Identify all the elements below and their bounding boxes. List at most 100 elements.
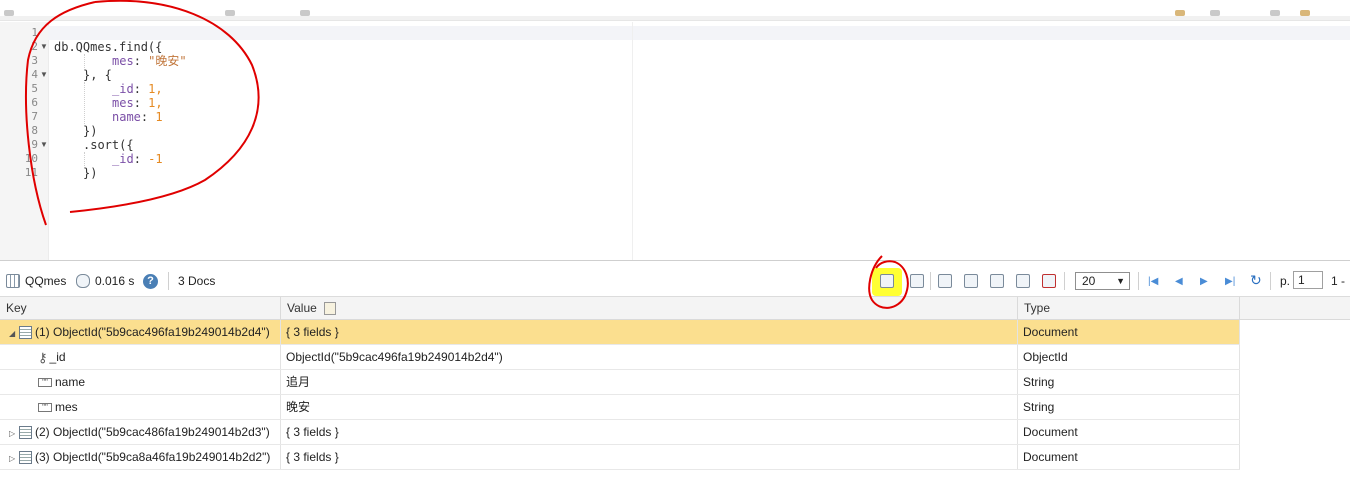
query-editor[interactable]: 1 2 3 4 5 6 7 8 9 10 11 ▼ ▼ ▼ db.QQmes.f… [0, 22, 1350, 261]
line-number: 7 [31, 110, 38, 123]
tree-view-icon[interactable] [880, 274, 894, 288]
fold-toggle-icon[interactable]: ▼ [40, 138, 48, 152]
editor-divider [632, 22, 633, 260]
delete-document-icon[interactable] [1042, 274, 1056, 288]
table-row[interactable]: "" mes 晚安 String [0, 395, 1240, 420]
line-number: 3 [31, 54, 38, 67]
top-tab-bar [0, 16, 1350, 21]
type-cell: Document [1018, 320, 1240, 344]
help-button[interactable]: ? [143, 266, 158, 296]
key-icon: ⚷ [38, 349, 48, 365]
line-number: 8 [31, 124, 38, 137]
view-document-icon[interactable] [964, 274, 978, 288]
key-cell: ▷ (2) ObjectId("5b9cac486fa19b249014b2d3"… [0, 420, 281, 444]
indent-guide [84, 54, 85, 68]
code-line: _id: 1, [112, 82, 163, 96]
value-cell: { 3 fields } [281, 420, 1018, 444]
type-cell: Document [1018, 420, 1240, 444]
line-number: 2 [31, 40, 38, 53]
document-icon [19, 326, 32, 340]
collapse-icon[interactable]: ◢ [9, 322, 19, 344]
tab-fragment [1175, 10, 1185, 16]
key-text: (2) ObjectId("5b9cac486fa19b249014b2d3") [35, 425, 270, 439]
table-row[interactable]: ◢ (1) ObjectId("5b9cac496fa19b249014b2d4"… [0, 320, 1240, 345]
toolbar-divider [1064, 272, 1065, 290]
code-line: mes: 1, [112, 96, 163, 110]
doc-count: 3 Docs [178, 266, 215, 296]
doc-count-value: 3 Docs [178, 274, 216, 288]
fold-toggle-icon[interactable]: ▼ [40, 40, 48, 54]
edit-document-icon[interactable] [1016, 274, 1030, 288]
document-icon [19, 451, 32, 465]
key-cell: ◢ (1) ObjectId("5b9cac496fa19b249014b2d4"… [0, 320, 281, 344]
value-cell: 追月 [281, 370, 1018, 394]
type-cell: Document [1018, 445, 1240, 469]
page-range: 1 - [1331, 274, 1346, 288]
key-text: (3) ObjectId("5b9ca8a46fa19b249014b2d2") [35, 450, 271, 464]
last-page-icon[interactable]: ▶| [1225, 276, 1235, 287]
results-table-header: Key Value Type [0, 297, 1350, 320]
toolbar-divider [1138, 272, 1139, 290]
expand-icon[interactable]: ▷ [9, 447, 19, 469]
fold-toggle-icon[interactable]: ▼ [40, 68, 48, 82]
string-icon: "" [38, 403, 52, 413]
collection-label: QQmes [6, 266, 66, 296]
query-time-value: 0.016 s [95, 274, 135, 288]
expand-icon[interactable]: ▷ [9, 422, 19, 444]
active-line [48, 26, 1350, 40]
line-number: 11 [24, 166, 38, 179]
chevron-down-icon: ▼ [1116, 276, 1125, 286]
type-cell: String [1018, 395, 1240, 419]
code-line: db.QQmes.find({ [54, 40, 163, 54]
table-row[interactable]: ⚷ _id ObjectId("5b9cac496fa19b249014b2d4"… [0, 345, 1240, 370]
help-icon[interactable]: ? [143, 273, 158, 289]
key-text: name [55, 375, 86, 389]
key-cell: ▷ (3) ObjectId("5b9ca8a46fa19b249014b2d2"… [0, 445, 281, 469]
indent-guide [84, 82, 85, 124]
toolbar-divider [168, 272, 169, 290]
refresh-icon[interactable]: ↻ [1250, 272, 1262, 289]
column-header-key[interactable]: Key [0, 297, 281, 319]
table-row[interactable]: ▷ (2) ObjectId("5b9cac486fa19b249014b2d3"… [0, 420, 1240, 445]
page-size-select[interactable]: 20 ▼ [1075, 272, 1130, 290]
value-cell: { 3 fields } [281, 445, 1018, 469]
key-cell: "" mes [0, 395, 281, 419]
code-line: }) [83, 166, 98, 180]
prev-page-icon[interactable]: ◀ [1175, 276, 1183, 287]
tab-fragment [1270, 10, 1280, 16]
tab-fragment [4, 10, 14, 16]
find-icon[interactable] [938, 274, 952, 288]
code-line: }, { [83, 68, 112, 82]
indent-guide [84, 152, 85, 166]
table-row[interactable]: ▷ (3) ObjectId("5b9ca8a46fa19b249014b2d2"… [0, 445, 1240, 470]
add-document-icon[interactable] [990, 274, 1004, 288]
code-line: mes: "晚安" [112, 54, 187, 68]
stopwatch-icon [76, 274, 90, 288]
value-cell: { 3 fields } [281, 320, 1018, 344]
schema-view-icon[interactable] [910, 274, 924, 288]
page-number-input[interactable]: 1 [1293, 271, 1323, 289]
top-tab-strip [0, 0, 1350, 22]
key-cell: ⚷ _id [0, 345, 281, 369]
code-line: }) [83, 124, 98, 138]
value-cell: 晚安 [281, 395, 1018, 419]
type-cell: String [1018, 370, 1240, 394]
line-number: 4 [31, 68, 38, 81]
key-text: _id [49, 350, 66, 364]
key-text: (1) ObjectId("5b9cac496fa19b249014b2d4") [35, 325, 270, 339]
table-icon [6, 274, 20, 288]
type-cell: ObjectId [1018, 345, 1240, 369]
line-number: 9 [31, 138, 38, 151]
column-header-type[interactable]: Type [1018, 297, 1240, 319]
key-cell: "" name [0, 370, 281, 394]
edit-value-icon[interactable] [324, 302, 337, 316]
value-cell: ObjectId("5b9cac496fa19b249014b2d4") [281, 345, 1018, 369]
tab-fragment [1210, 10, 1220, 16]
next-page-icon[interactable]: ▶ [1200, 276, 1208, 287]
column-header-value[interactable]: Value [281, 297, 1018, 319]
first-page-icon[interactable]: |◀ [1148, 276, 1158, 287]
query-time: 0.016 s [76, 266, 134, 296]
line-number: 6 [31, 96, 38, 109]
table-row[interactable]: "" name 追月 String [0, 370, 1240, 395]
page-size-value: 20 [1082, 274, 1096, 288]
